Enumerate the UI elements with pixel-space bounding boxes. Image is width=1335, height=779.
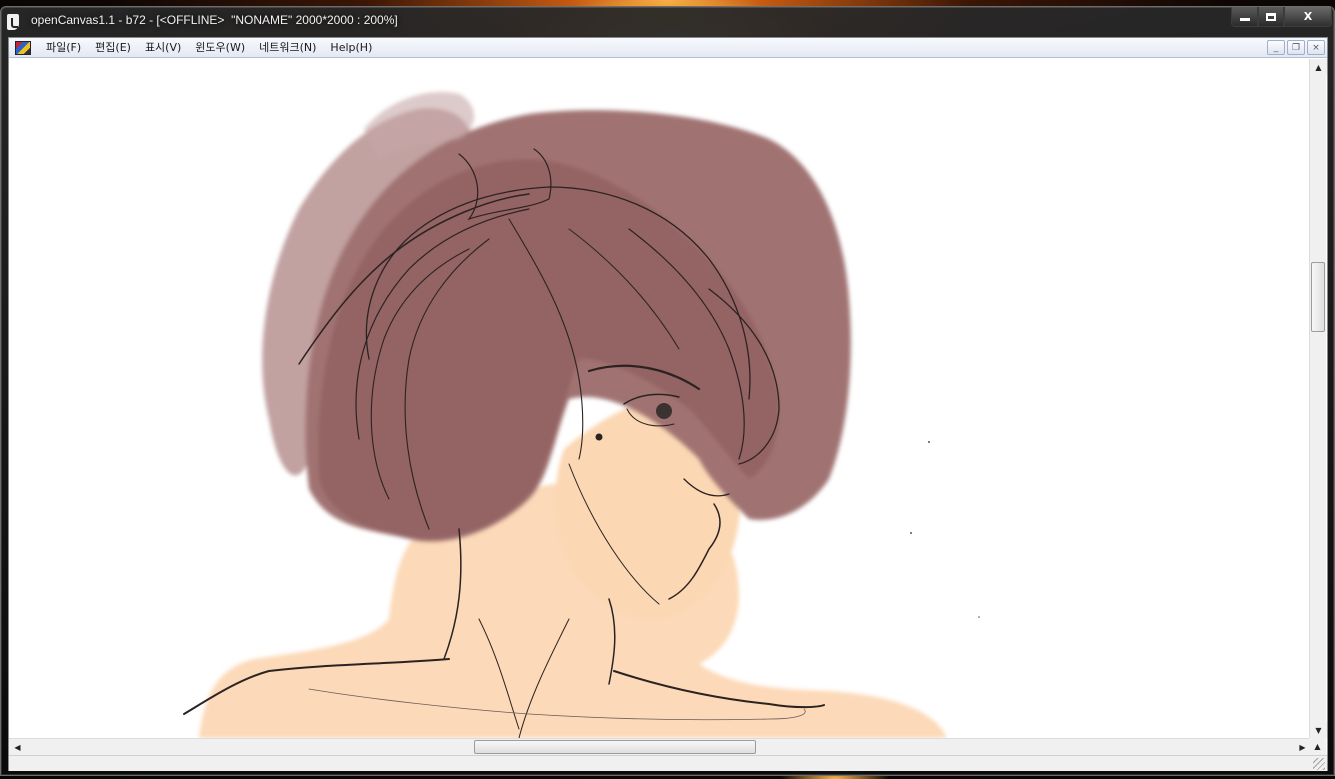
- close-icon: X: [1303, 10, 1313, 23]
- app-icon[interactable]: [7, 14, 19, 30]
- arrow-down-icon[interactable]: ▼: [1310, 722, 1327, 738]
- drawing-canvas[interactable]: [9, 59, 1311, 738]
- menu-bar: 파일(F) 편집(E) 표시(V) 윈도우(W) 네트워크(N) Help(H)…: [9, 38, 1327, 58]
- minimize-button[interactable]: [1231, 7, 1258, 27]
- child-close-button[interactable]: ×: [1307, 40, 1325, 55]
- title-bar[interactable]: openCanvas1.1 - b72 - [<OFFLINE> "NONAME…: [1, 7, 1334, 35]
- vertical-scroll-thumb[interactable]: [1311, 262, 1325, 332]
- menu-view[interactable]: 표시(V): [138, 38, 188, 58]
- vertical-scrollbar[interactable]: ▲ ▼: [1309, 59, 1327, 738]
- maximize-icon: [1266, 12, 1276, 21]
- minimize-icon: [1239, 18, 1250, 21]
- resize-grip-icon[interactable]: [1313, 758, 1325, 770]
- menu-window[interactable]: 윈도우(W): [188, 38, 252, 58]
- menu-edit[interactable]: 편집(E): [88, 38, 138, 58]
- arrow-up-small-icon[interactable]: ▲: [1309, 738, 1326, 754]
- horizontal-scroll-thumb[interactable]: [474, 740, 756, 754]
- speckles: [910, 441, 980, 618]
- menu-file[interactable]: 파일(F): [39, 38, 88, 58]
- artwork: [183, 92, 980, 738]
- menu-help[interactable]: Help(H): [323, 38, 379, 58]
- close-button[interactable]: X: [1284, 7, 1332, 27]
- menu-network[interactable]: 네트워크(N): [252, 38, 323, 58]
- horizontal-scrollbar[interactable]: ◀ ▶: [9, 738, 1311, 755]
- arrow-up-icon[interactable]: ▲: [1310, 59, 1327, 75]
- caption-buttons: X: [1231, 7, 1332, 27]
- child-minimize-button[interactable]: _: [1267, 40, 1285, 55]
- scrollbar-corner: ▲: [1309, 738, 1326, 755]
- child-restore-button[interactable]: ❐: [1287, 40, 1305, 55]
- app-window: openCanvas1.1 - b72 - [<OFFLINE> "NONAME…: [0, 6, 1335, 776]
- child-window-buttons: _ ❐ ×: [1267, 40, 1325, 55]
- arrow-left-icon[interactable]: ◀: [9, 739, 26, 755]
- hair-fill: [262, 92, 851, 542]
- status-bar: [9, 755, 1327, 771]
- maximize-button[interactable]: [1258, 7, 1284, 27]
- document-icon[interactable]: [15, 40, 31, 55]
- window-title: openCanvas1.1 - b72 - [<OFFLINE> "NONAME…: [31, 13, 398, 27]
- document-window: 파일(F) 편집(E) 표시(V) 윈도우(W) 네트워크(N) Help(H)…: [8, 37, 1328, 771]
